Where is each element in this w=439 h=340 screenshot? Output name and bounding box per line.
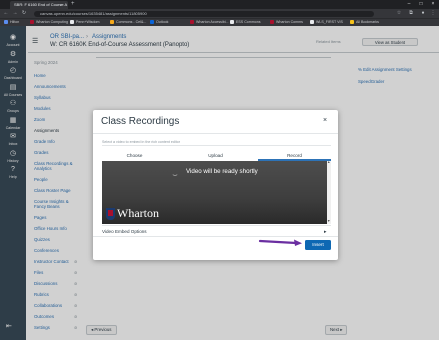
bookmark-favicon-icon bbox=[190, 19, 194, 24]
bookmark-label: Penn+Wisdom bbox=[76, 20, 100, 24]
minimize-icon[interactable]: – bbox=[403, 0, 415, 9]
bookmark-label: Wharton Computing bbox=[36, 20, 68, 24]
embed-divider bbox=[102, 225, 331, 226]
close-tab-icon[interactable]: × bbox=[60, 1, 62, 9]
wharton-shield-inner bbox=[108, 210, 113, 216]
bookmark-favicon-icon bbox=[150, 19, 154, 24]
insert-button[interactable]: Insert bbox=[305, 240, 331, 250]
dialog-footer-divider bbox=[93, 236, 338, 237]
url-input[interactable]: canvas.upenn.edu/courses/1635481/assignm… bbox=[34, 10, 374, 17]
bookmark-label: WLS_FIRST VIS bbox=[316, 20, 343, 24]
profile-icon[interactable]: ● bbox=[419, 9, 427, 18]
back-icon[interactable]: ← bbox=[2, 9, 10, 18]
reload-icon[interactable]: ↻ bbox=[20, 9, 28, 18]
dialog-header-divider bbox=[93, 133, 338, 134]
bookmark-item[interactable]: All Bookmarks bbox=[350, 18, 379, 26]
bookmark-item[interactable]: Penn+Wisdom bbox=[70, 18, 99, 26]
bookmark-label: Commons - Cel&... bbox=[116, 20, 147, 24]
maximize-icon[interactable]: □ bbox=[415, 0, 427, 9]
bookmark-item[interactable]: WLS_FIRST VIS bbox=[310, 18, 343, 26]
bookmark-favicon-icon bbox=[230, 19, 234, 24]
annotation-arrow-icon bbox=[258, 239, 302, 246]
bookmark-item[interactable]: Wharton Comms bbox=[270, 18, 303, 26]
bookmark-label: Outlook bbox=[156, 20, 169, 24]
close-window-icon[interactable]: × bbox=[427, 0, 439, 9]
forward-icon[interactable]: → bbox=[11, 9, 19, 18]
browser-menu-icon[interactable]: ⋮ bbox=[429, 9, 437, 18]
star-icon[interactable]: ☆ bbox=[395, 9, 403, 18]
bookmark-favicon-icon bbox=[70, 19, 74, 24]
bookmark-label: Wharton Comms bbox=[276, 20, 303, 24]
bookmark-item[interactable]: Commons - Cel&... bbox=[110, 18, 146, 26]
bookmark-label: All Bookmarks bbox=[356, 20, 379, 24]
bookmark-favicon-icon bbox=[110, 19, 114, 24]
bookmark-item[interactable]: Wharton Accessibi... bbox=[190, 18, 229, 26]
bookmark-favicon-icon bbox=[4, 19, 8, 24]
bookmark-favicon-icon bbox=[30, 19, 34, 24]
dialog-instructions: Select a video to embed in the rich cont… bbox=[102, 140, 180, 144]
bookmark-item[interactable]: Outlook bbox=[150, 18, 168, 26]
close-icon[interactable]: × bbox=[323, 117, 327, 124]
wharton-logo: Wharton bbox=[117, 206, 159, 220]
video-embed-options-toggle[interactable]: Video Embed Options bbox=[102, 229, 147, 234]
bookmark-label: Hilton bbox=[10, 20, 20, 24]
bookmark-favicon-icon bbox=[270, 19, 274, 24]
chevron-right-icon[interactable]: ▸ bbox=[324, 229, 327, 235]
bookmark-item[interactable]: Wharton Computing bbox=[30, 18, 68, 26]
scroll-up-icon[interactable]: ▲ bbox=[327, 160, 330, 164]
bookmark-favicon-icon bbox=[310, 19, 314, 24]
tab-choose[interactable]: Choose bbox=[102, 152, 167, 160]
scroll-down-icon[interactable]: ▼ bbox=[327, 219, 330, 223]
bookmark-item[interactable]: ESS Commons bbox=[230, 18, 261, 26]
new-tab-icon[interactable]: + bbox=[71, 0, 75, 9]
video-scrollbar[interactable] bbox=[327, 161, 331, 224]
tab-upload[interactable]: Upload bbox=[183, 152, 248, 160]
extensions-icon[interactable]: ⧉ bbox=[407, 9, 415, 18]
video-status-message: Video will be ready shortly bbox=[186, 168, 258, 175]
bookmark-item[interactable]: Hilton bbox=[4, 18, 19, 26]
bookmark-label: Wharton Accessibi... bbox=[196, 20, 229, 24]
bookmark-label: ESS Commons bbox=[236, 20, 261, 24]
loading-spinner-icon: ‿ bbox=[173, 170, 178, 176]
dialog-title: Class Recordings bbox=[101, 116, 180, 127]
dialog-divider bbox=[102, 145, 331, 146]
bookmark-favicon-icon bbox=[350, 19, 354, 24]
